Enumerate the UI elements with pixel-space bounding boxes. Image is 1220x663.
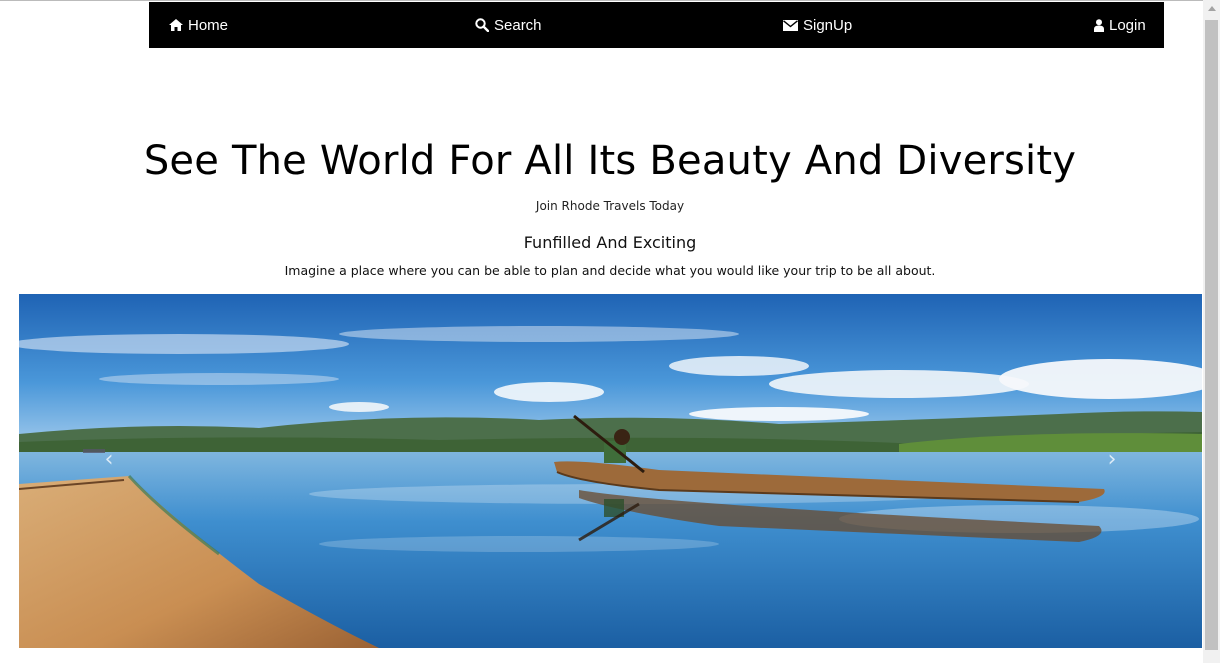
nav-home-link[interactable]: Home bbox=[169, 2, 228, 48]
nav-signup-label: SignUp bbox=[803, 16, 853, 34]
nav-search-link[interactable]: Search bbox=[475, 2, 542, 48]
page-title: See The World For All Its Beauty And Div… bbox=[143, 138, 1077, 184]
carousel-prev-button[interactable]: ‹ bbox=[94, 444, 124, 474]
nav-search-label: Search bbox=[494, 16, 542, 34]
hero-tagline: Join Rhode Travels Today bbox=[535, 199, 685, 213]
image-carousel: ‹ › bbox=[19, 294, 1202, 648]
top-border bbox=[0, 0, 1220, 1]
lake-canoe-photo bbox=[19, 294, 1202, 648]
user-icon bbox=[1094, 18, 1104, 32]
chevron-right-icon: › bbox=[1107, 446, 1117, 472]
nav-login-label: Login bbox=[1109, 16, 1146, 34]
envelope-icon bbox=[783, 19, 798, 31]
search-icon bbox=[475, 18, 489, 32]
vertical-scrollbar[interactable] bbox=[1203, 0, 1220, 663]
scrollbar-thumb[interactable] bbox=[1205, 20, 1218, 650]
chevron-left-icon: ‹ bbox=[104, 446, 114, 472]
navbar: Home Search SignUp Login bbox=[149, 2, 1164, 48]
nav-login-link[interactable]: Login bbox=[1094, 2, 1146, 48]
home-icon bbox=[169, 19, 183, 31]
page: Home Search SignUp Login See The World F… bbox=[0, 0, 1220, 663]
hero-subtitle: Funfilled And Exciting bbox=[523, 233, 697, 252]
scroll-up-arrow-icon[interactable] bbox=[1203, 0, 1220, 17]
carousel-next-button[interactable]: › bbox=[1097, 444, 1127, 474]
nav-signup-link[interactable]: SignUp bbox=[783, 2, 852, 48]
hero-description: Imagine a place where you can be able to… bbox=[284, 263, 936, 278]
nav-home-label: Home bbox=[188, 16, 229, 34]
